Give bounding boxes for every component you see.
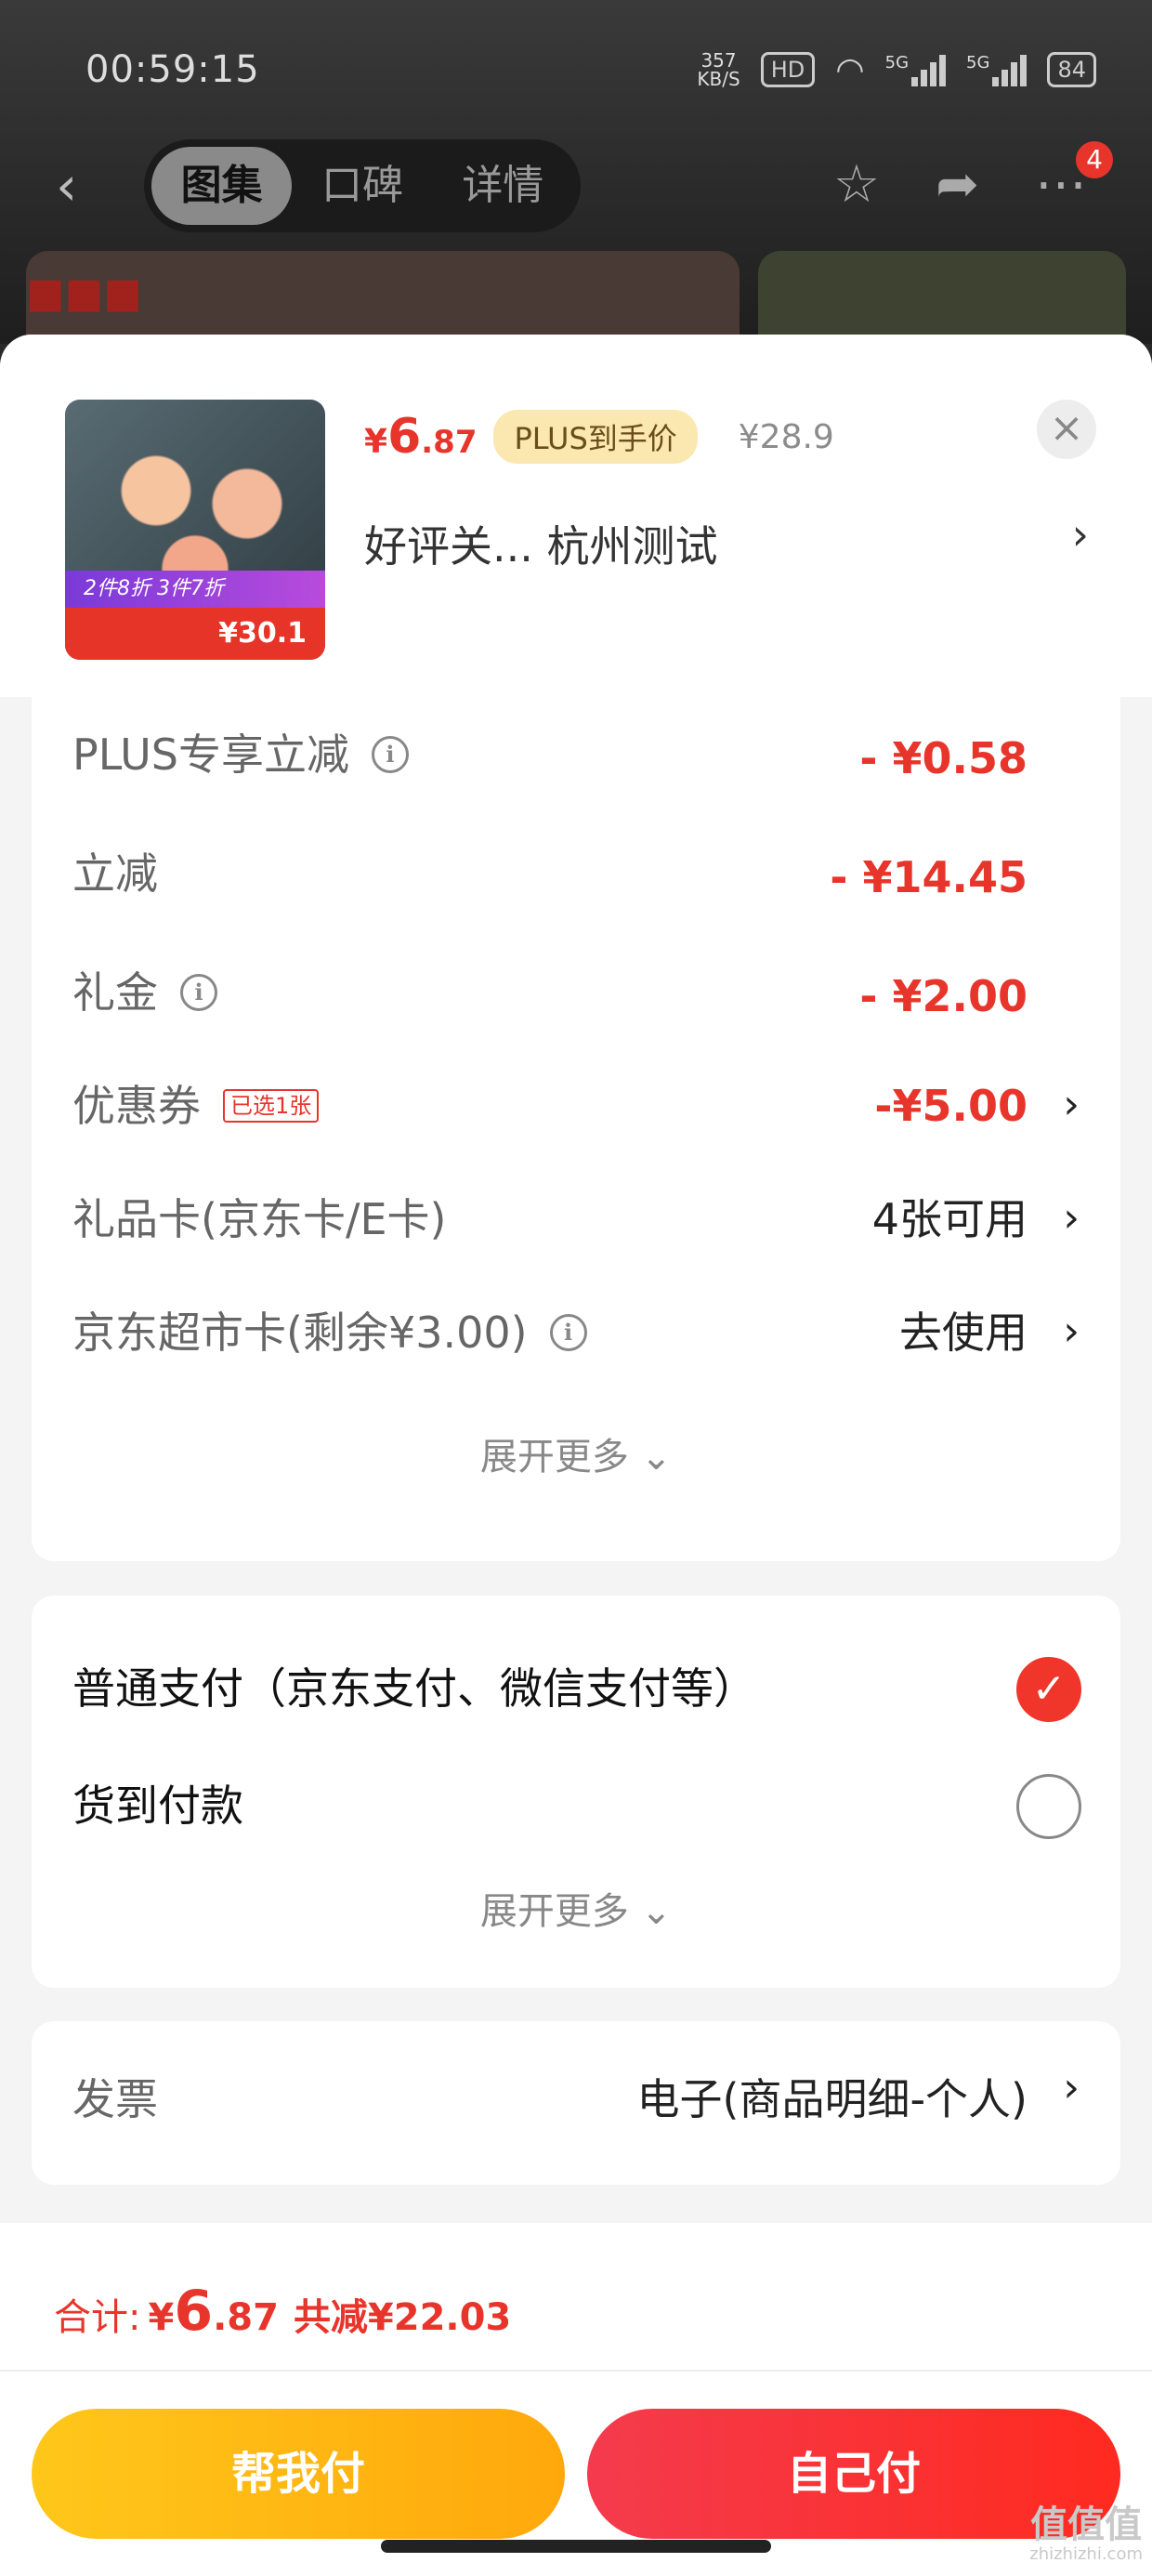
discount-value: - ¥0.58 — [859, 733, 1028, 783]
info-icon[interactable]: i — [371, 736, 409, 773]
payment-option-cod[interactable]: 货到付款 — [32, 1759, 1120, 1852]
supermarket-card-row[interactable]: 京东超市卡(剩余¥3.00) i 去使用 › — [32, 1295, 1120, 1370]
nav-bar: ‹ 图集 口碑 详情 ☆ ➦ ⋯ 4 — [0, 139, 1152, 232]
product-image: 2件8折 3件7折 ¥30.1 — [65, 400, 325, 660]
coupon-selected-tag: 已选1张 — [223, 1089, 320, 1123]
total-price: 6 — [174, 2279, 214, 2344]
chevron-right-icon: › — [1063, 1194, 1080, 1242]
home-indicator[interactable] — [381, 2540, 771, 2553]
checkout-footer: 合计: ¥6.87 共减¥22.03 帮我付 自己付 — [0, 2223, 1152, 2576]
info-icon[interactable]: i — [180, 974, 217, 1011]
signal-icon: 5G — [885, 53, 947, 86]
plus-price-tag: PLUS到手价 — [493, 410, 698, 464]
divider — [0, 2370, 1152, 2372]
signal-icon-2: 5G — [966, 53, 1028, 86]
product-spec[interactable]: 好评关... 杭州测试 — [364, 513, 718, 574]
price-row: ¥6.87 PLUS到手价 ¥28.9 — [364, 409, 834, 465]
tab-bar: 图集 口碑 详情 — [144, 139, 581, 232]
background-page: 00:59:15 357 KB/S HD ◠ 5G 5G 84 ‹ 图集 口碑 … — [0, 0, 1152, 362]
invoice-card[interactable]: 发票 电子(商品明细-个人) › — [32, 2021, 1120, 2185]
tab-reviews[interactable]: 口碑 — [292, 147, 432, 225]
chevron-down-icon: ⌄ — [640, 1436, 673, 1479]
help-pay-button[interactable]: 帮我付 — [32, 2409, 565, 2539]
discount-card: PLUS专享立减 i - ¥0.58 立减 - ¥14.45 礼金 i - ¥2.0… — [32, 697, 1120, 1561]
status-bar: 00:59:15 357 KB/S HD ◠ 5G 5G 84 — [85, 37, 1096, 102]
info-icon[interactable]: i — [549, 1314, 587, 1351]
net-speed: 357 KB/S — [697, 49, 740, 90]
chevron-down-icon: ⌄ — [640, 1890, 673, 1933]
close-icon: × — [1049, 404, 1084, 452]
back-icon[interactable]: ‹ — [56, 159, 102, 213]
battery-icon: 84 — [1047, 52, 1096, 87]
gift-card-row[interactable]: 礼品卡(京东卡/E卡) 4张可用 › — [32, 1182, 1120, 1256]
hd-icon: HD — [760, 52, 816, 87]
watermark: 值值值 zhizhizhi.com — [1029, 2504, 1143, 2564]
chevron-right-icon: › — [1063, 1308, 1080, 1355]
checkout-sheet: 2件8折 3件7折 ¥30.1 ¥6.87 PLUS到手价 ¥28.9 × 好评… — [0, 335, 1152, 2576]
promo-price: ¥30.1 — [65, 608, 325, 660]
gift-card-value: 4张可用 — [871, 1194, 1028, 1244]
coupon-value: -¥5.00 — [874, 1081, 1028, 1131]
discount-value: - ¥2.00 — [859, 971, 1028, 1021]
payment-card: 普通支付（京东支付、微信支付等） ✓ 货到付款 展开更多 ⌄ — [32, 1596, 1120, 1988]
discount-row-plus: PLUS专享立减 i - ¥0.58 — [32, 717, 1120, 792]
supermarket-card-value: 去使用 — [899, 1308, 1028, 1358]
payment-option-standard[interactable]: 普通支付（京东支付、微信支付等） ✓ — [32, 1642, 1120, 1735]
checkmark-icon[interactable]: ✓ — [1016, 1657, 1081, 1722]
notification-badge: 4 — [1076, 141, 1113, 178]
discount-value: - ¥14.45 — [830, 852, 1028, 902]
close-button[interactable]: × — [1037, 400, 1096, 459]
share-icon[interactable]: ➦ — [936, 154, 979, 215]
expand-more-button[interactable]: 展开更多 ⌄ — [32, 1426, 1120, 1480]
discount-row-cash-gift: 礼金 i - ¥2.00 — [32, 955, 1120, 1030]
nav-actions: ☆ ➦ ⋯ — [833, 154, 1087, 215]
tab-details[interactable]: 详情 — [433, 147, 573, 225]
product-header: 2件8折 3件7折 ¥30.1 ¥6.87 PLUS到手价 ¥28.9 × 好评… — [0, 335, 1152, 697]
promo-strip: 2件8折 3件7折 — [65, 571, 325, 608]
invoice-value: 电子(商品明细-个人) — [636, 2074, 1028, 2124]
total-summary: 合计: ¥6.87 共减¥22.03 — [54, 2279, 512, 2344]
chevron-right-icon: › — [1063, 2064, 1080, 2111]
expand-more-button[interactable]: 展开更多 ⌄ — [32, 1881, 1120, 1935]
radio-icon[interactable] — [1016, 1774, 1081, 1839]
brand-logo: ■■■ — [26, 269, 142, 317]
chevron-right-icon: › — [1063, 1081, 1080, 1128]
chevron-right-icon[interactable]: › — [1072, 509, 1089, 559]
star-icon[interactable]: ☆ — [833, 154, 880, 215]
discount-row-instant: 立减 - ¥14.45 — [32, 836, 1120, 911]
product-price: ¥6.87 — [364, 409, 478, 465]
wifi-icon: ◠ — [835, 50, 865, 89]
original-price: ¥28.9 — [738, 417, 834, 456]
tab-gallery[interactable]: 图集 — [151, 147, 293, 225]
coupon-row[interactable]: 优惠券 已选1张 -¥5.00 › — [32, 1069, 1120, 1143]
invoice-label: 发票 — [72, 2074, 158, 2124]
total-saved: 共减¥22.03 — [293, 2296, 512, 2339]
status-time: 00:59:15 — [85, 48, 260, 91]
